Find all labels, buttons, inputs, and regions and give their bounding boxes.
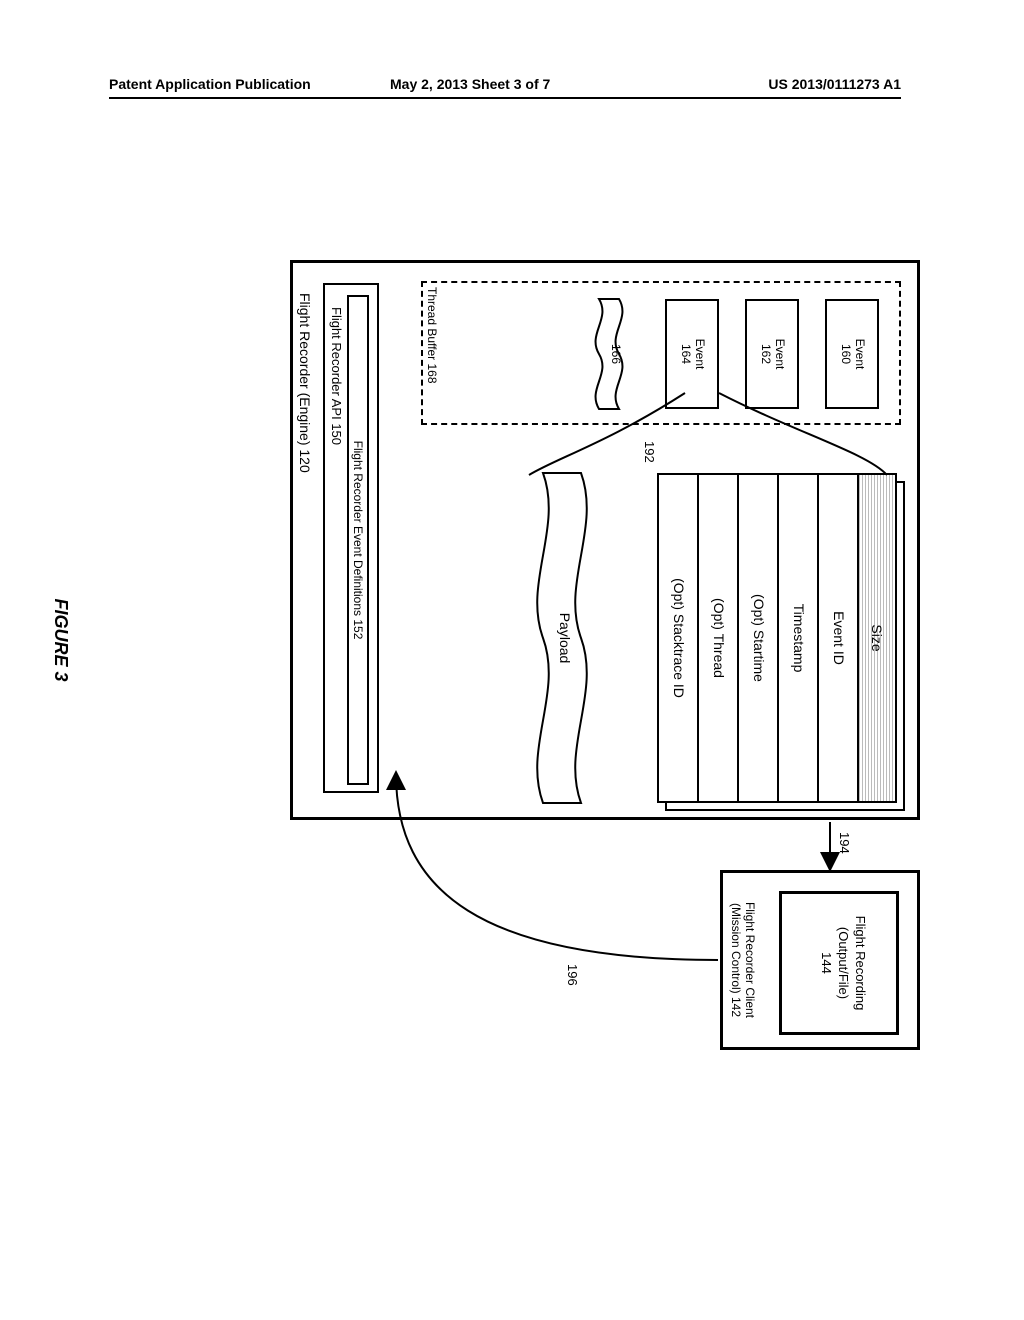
header-left: Patent Application Publication bbox=[109, 76, 311, 92]
header-center: May 2, 2013 Sheet 3 of 7 bbox=[390, 76, 550, 92]
diagram-stage: Flight Recorder (Engine) 120 Thread Buff… bbox=[20, 240, 980, 1040]
header-divider bbox=[109, 97, 901, 99]
arrow-ref-196: 196 bbox=[565, 964, 580, 986]
arrow-ref-194: 194 bbox=[837, 832, 852, 854]
figure-caption: FIGURE 3 bbox=[50, 598, 71, 681]
header-right: US 2013/0111273 A1 bbox=[768, 76, 901, 92]
inter-box-arrows bbox=[280, 240, 980, 1060]
